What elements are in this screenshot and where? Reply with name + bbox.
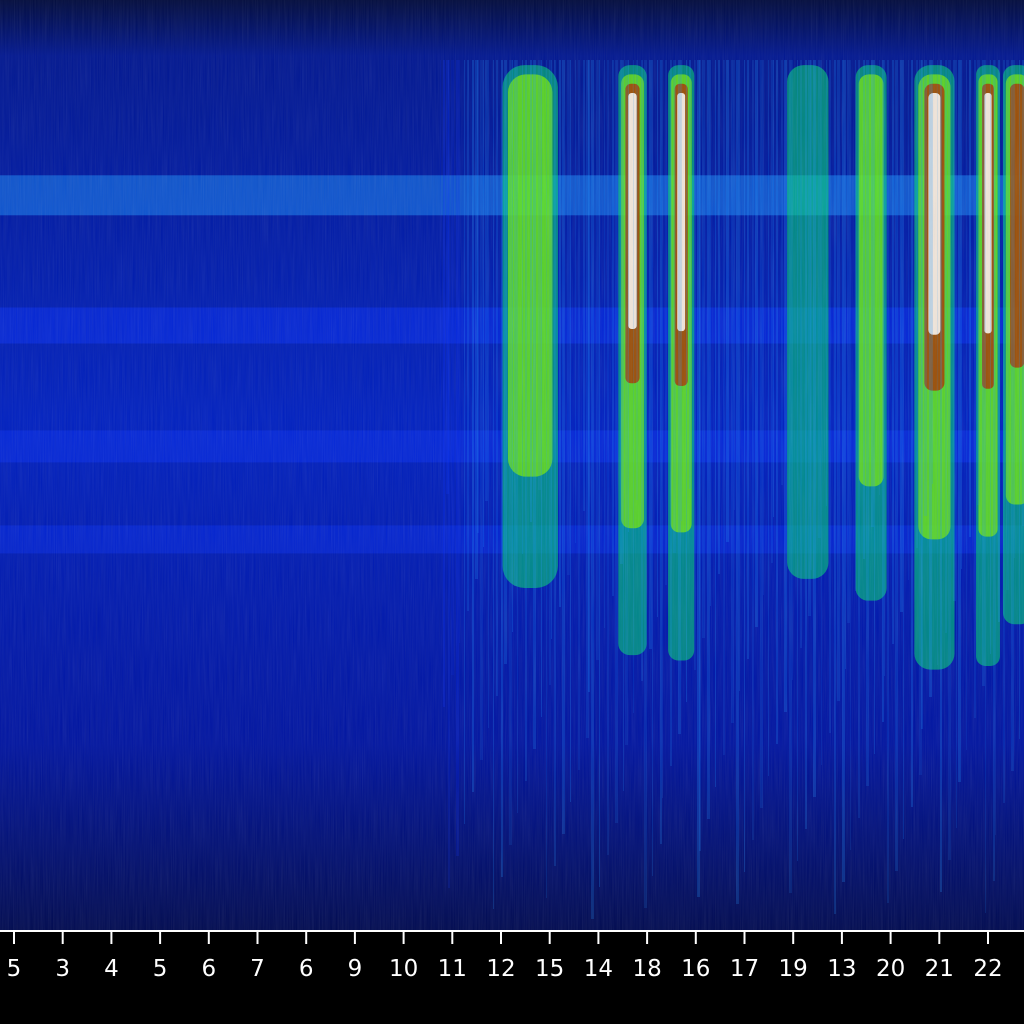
x-tick-label-3: 5 xyxy=(153,956,168,982)
x-tick-label-19: 21 xyxy=(925,956,954,982)
x-tick-label-17: 13 xyxy=(827,956,856,982)
x-tick-label-0: 5 xyxy=(7,956,22,982)
x-tick-label-8: 10 xyxy=(389,956,418,982)
noise-overlay xyxy=(0,0,1024,930)
x-tick-label-12: 14 xyxy=(584,956,613,982)
x-tick-label-11: 15 xyxy=(535,956,564,982)
x-tick-label-10: 12 xyxy=(486,956,515,982)
x-tick-label-18: 20 xyxy=(876,956,905,982)
x-tick-label-6: 6 xyxy=(299,956,314,982)
x-tick-label-2: 4 xyxy=(104,956,119,982)
x-tick-label-4: 6 xyxy=(201,956,216,982)
x-tick-label-5: 7 xyxy=(250,956,265,982)
x-tick-label-13: 18 xyxy=(632,956,661,982)
x-tick-label-14: 16 xyxy=(681,956,710,982)
x-tick-label-9: 11 xyxy=(438,956,467,982)
x-tick-label-20: 22 xyxy=(973,956,1002,982)
x-tick-label-16: 19 xyxy=(779,956,808,982)
x-tick-label-15: 17 xyxy=(730,956,759,982)
x-tick-label-7: 9 xyxy=(348,956,363,982)
x-tick-label-1: 3 xyxy=(55,956,70,982)
spectrogram-chart: 5 3 4 5 6 7 6 9 10 11 12 15 14 18 16 17 19 13 20 21 22 xyxy=(0,0,1024,1024)
